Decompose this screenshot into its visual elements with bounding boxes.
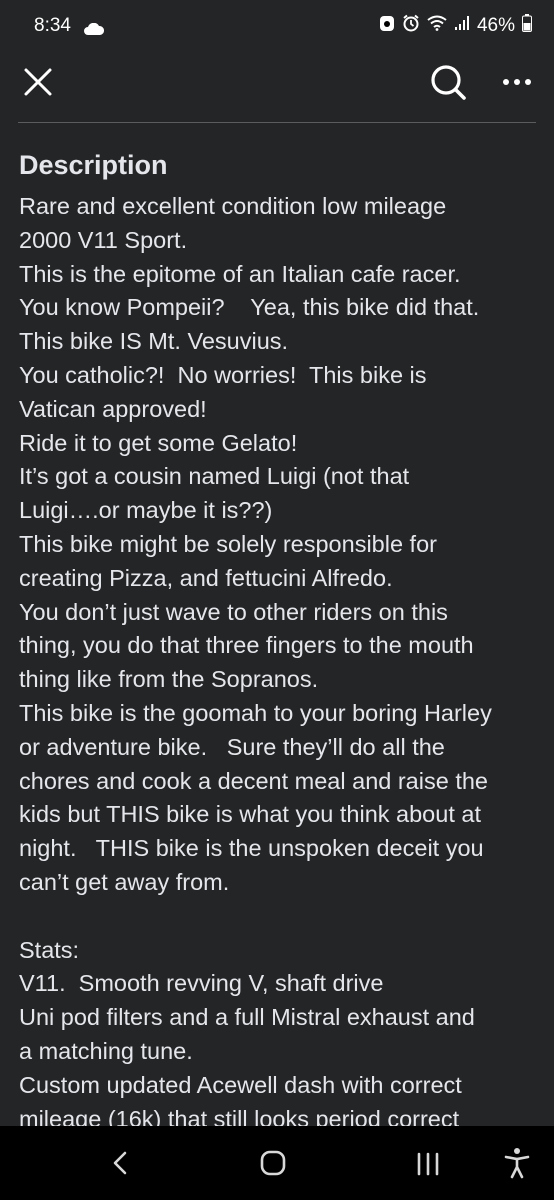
header-divider [18,122,536,123]
more-icon [503,79,531,85]
description-line: creating Pizza, and fettucini Alfredo. [19,564,393,591]
description-line: kids but THIS bike is what you think abo… [19,801,481,828]
description-line: thing like from the Sopranos. [19,666,319,693]
status-icons: 46% [379,14,532,38]
close-icon [24,68,52,96]
description-line: Custom updated Acewell dash with correct [19,1071,462,1098]
back-button[interactable] [106,1148,136,1178]
more-options-button[interactable] [498,64,538,100]
description-line: chores and cook a decent meal and raise … [19,767,488,794]
description-line: V11. Smooth revving V, shaft drive [19,970,384,997]
battery-percent: 46% [476,15,515,36]
description-heading: Description [19,150,168,180]
recents-icon [417,1152,439,1176]
description-line: can’t get away from. [19,868,230,895]
accessibility-button[interactable] [502,1146,532,1180]
description-line: a matching tune. [19,1037,193,1064]
home-button[interactable] [258,1148,290,1178]
lock-icon [379,14,395,38]
accessibility-icon [504,1148,530,1179]
system-navigation-bar [0,1126,554,1200]
home-icon [260,1150,286,1176]
description-line: Luigi….or maybe it is??) [19,497,273,524]
description-line: or adventure bike. Sure they’ll do all t… [19,733,445,760]
description-line: This is the epitome of an Italian cafe r… [19,260,461,287]
status-bar: 8:34 46% [0,0,554,52]
description-body: Rare and excellent condition low mileage… [19,190,539,1126]
back-icon [113,1151,127,1175]
alarm-icon [402,14,420,38]
description-line: Vatican approved! [19,395,207,422]
description-line: night. THIS bike is the unspoken deceit … [19,835,484,862]
description-line: 2000 V11 Sport. [19,226,188,253]
recents-button[interactable] [414,1150,444,1178]
cloud-icon [84,19,105,41]
description-line: You don’t just wave to other riders on t… [19,598,448,625]
description-line: This bike is the goomah to your boring H… [19,699,492,726]
description-line: Rare and excellent condition low mileage [19,193,447,219]
search-icon [431,65,466,100]
description-line: Uni pod filters and a full Mistral exhau… [19,1004,475,1031]
description-line: mileage (16k) that still looks period co… [19,1105,460,1126]
description-line: Ride it to get some Gelato! [19,429,298,456]
status-time: 8:34 [34,15,71,36]
description-line: This bike might be solely responsible fo… [19,530,437,557]
search-button[interactable] [428,62,468,102]
top-bar [0,52,554,122]
description-line: Stats: [19,936,80,963]
battery-icon [522,14,532,38]
description-line: You know Pompeii? Yea, this bike did tha… [19,294,480,321]
description-line: You catholic?! No worries! This bike is [19,361,427,388]
description-section: Description Rare and excellent condition… [19,146,539,1126]
description-line: This bike IS Mt. Vesuvius. [19,328,289,355]
wifi-icon [427,15,447,37]
signal-icon [454,15,470,37]
close-button[interactable] [20,64,56,100]
description-line [19,900,539,934]
description-line: It’s got a cousin named Luigi (not that [19,463,410,490]
description-line: thing, you do that three fingers to the … [19,632,474,659]
